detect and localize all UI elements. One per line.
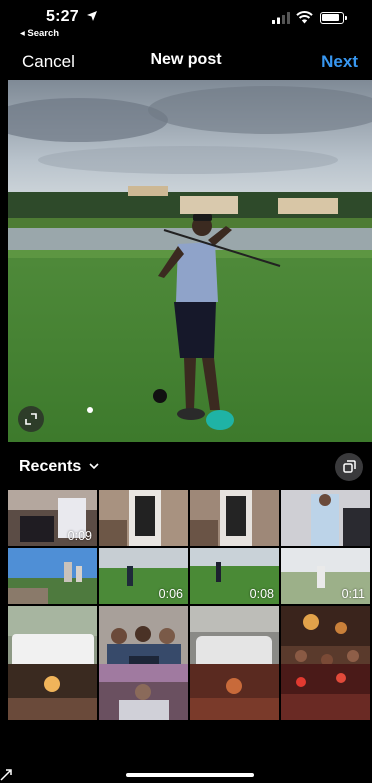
grid-item[interactable]: 0:06 <box>99 548 188 604</box>
grid-item[interactable] <box>190 664 279 720</box>
signal-icon <box>272 12 290 24</box>
battery-icon <box>320 12 347 24</box>
grid-item[interactable] <box>8 548 97 604</box>
video-duration: 0:06 <box>158 587 183 601</box>
page-title: New post <box>150 51 222 68</box>
expand-preview-button[interactable] <box>18 406 44 432</box>
chevron-down-icon[interactable] <box>89 462 99 470</box>
video-duration: 0:08 <box>249 587 274 601</box>
grid-item[interactable] <box>8 664 97 720</box>
media-grid: 0:09 0:06 0:08 0:11 <box>8 490 372 783</box>
status-time: 5:27 <box>46 8 79 25</box>
status-bar: 5:27 ◂ Search <box>0 0 372 42</box>
multi-select-icon <box>343 460 356 473</box>
video-duration: 0:11 <box>341 587 365 601</box>
grid-item[interactable] <box>190 490 279 546</box>
grid-item[interactable] <box>281 490 370 546</box>
nav-header: Cancel New post Next <box>0 42 372 80</box>
golf-swing-photo <box>8 80 372 442</box>
grid-item[interactable]: 0:08 <box>190 548 279 604</box>
corner-arrow-icon <box>0 769 12 781</box>
album-dropdown[interactable]: Recents <box>19 458 81 476</box>
grid-item[interactable] <box>281 664 370 720</box>
selected-media-preview[interactable] <box>8 80 372 442</box>
home-indicator[interactable] <box>126 773 254 777</box>
grid-item[interactable]: 0:09 <box>8 490 97 546</box>
grid-item[interactable]: 0:11 <box>281 548 370 604</box>
location-arrow-icon <box>87 11 97 21</box>
album-selector-bar: Recents <box>0 442 372 490</box>
next-button[interactable]: Next <box>321 52 358 72</box>
grid-item[interactable] <box>99 490 188 546</box>
select-multiple-button[interactable] <box>335 453 363 481</box>
grid-item[interactable] <box>99 664 188 720</box>
back-to-search-link[interactable]: ◂ Search <box>20 28 59 39</box>
wifi-icon <box>296 11 313 24</box>
video-duration: 0:09 <box>67 529 92 543</box>
expand-icon <box>25 413 37 425</box>
